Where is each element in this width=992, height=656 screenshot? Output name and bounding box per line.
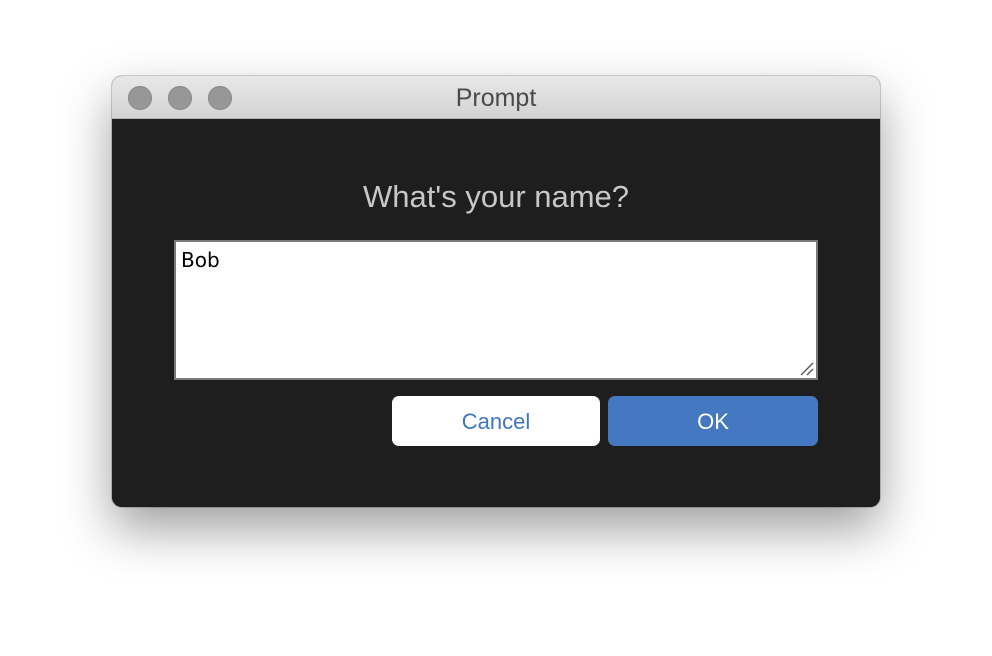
cancel-button[interactable]: Cancel: [392, 396, 600, 446]
resize-grip-icon[interactable]: [798, 360, 814, 376]
name-input[interactable]: Bob: [174, 240, 818, 380]
window-title: Prompt: [455, 84, 537, 112]
prompt-question: What's your name?: [362, 179, 630, 214]
ok-button[interactable]: OK: [608, 396, 818, 446]
dialog-content: What's your name? Bob Cancel OK: [112, 119, 880, 507]
title-bar[interactable]: Prompt: [112, 76, 880, 119]
prompt-window: Prompt What's your name? Bob Cancel OK: [112, 76, 880, 507]
